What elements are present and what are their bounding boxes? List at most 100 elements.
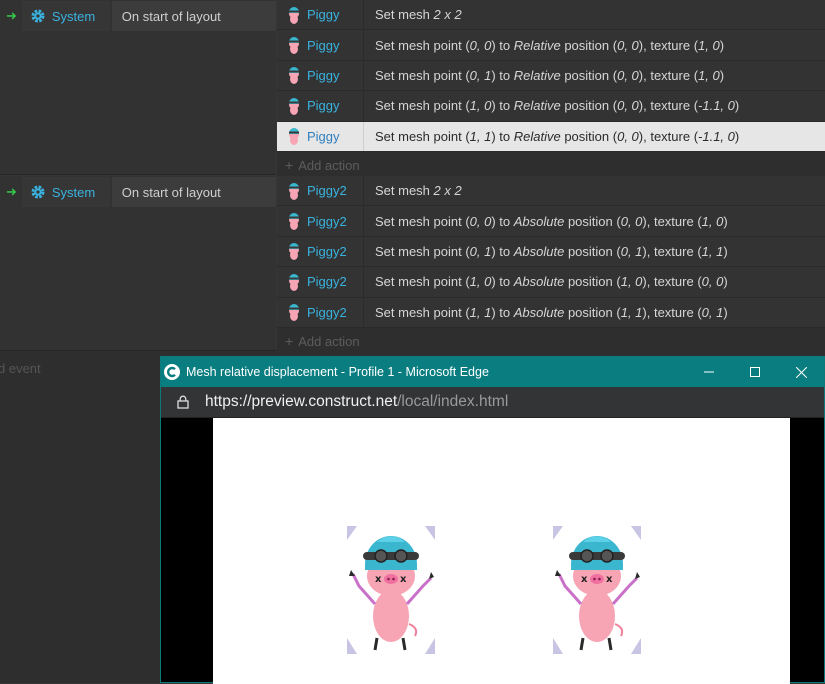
add-action-label: Add action bbox=[298, 157, 360, 173]
action-row[interactable]: Piggy2 Set mesh point (0, 1) to Absolute … bbox=[277, 236, 825, 268]
action-text-part: ) to bbox=[491, 243, 514, 259]
action-text-part: ) bbox=[723, 274, 728, 290]
action-object-cell[interactable]: Piggy2 bbox=[277, 176, 364, 206]
action-text-part: ) to bbox=[491, 67, 514, 83]
event-block[interactable]: ➜ System On start of layout Piggy2 Set me… bbox=[0, 176, 825, 355]
add-action-link[interactable]: + Add action bbox=[277, 327, 825, 355]
event-condition-column[interactable]: ➜ System On start of layout bbox=[0, 0, 276, 175]
minimize-icon[interactable] bbox=[686, 357, 732, 387]
action-text-part: Set mesh point ( bbox=[375, 213, 470, 229]
action-row[interactable]: Piggy2 Set mesh point (1, 1) to Absolute … bbox=[277, 297, 825, 328]
svg-text:x: x bbox=[606, 574, 613, 585]
action-object-cell[interactable]: Piggy bbox=[277, 91, 364, 121]
action-object-cell[interactable]: Piggy2 bbox=[277, 206, 364, 236]
action-row[interactable]: Piggy2 Set mesh point (0, 0) to Absolute … bbox=[277, 206, 825, 237]
action-text-part: 0, 1 bbox=[469, 243, 492, 259]
action-object-cell[interactable]: Piggy bbox=[277, 30, 364, 60]
condition-object[interactable]: System bbox=[21, 1, 110, 31]
action-text-part: ) bbox=[723, 213, 728, 229]
action-text-part: ) to bbox=[491, 213, 514, 229]
action-text-part: 1, 0 bbox=[701, 213, 724, 229]
add-event-link[interactable]: d event bbox=[0, 361, 41, 376]
action-text-part: position ( bbox=[560, 128, 618, 144]
action-row[interactable]: Piggy Set mesh point (1, 0) to Relative p… bbox=[277, 91, 825, 122]
browser-titlebar[interactable]: Mesh relative displacement - Profile 1 -… bbox=[161, 357, 824, 387]
action-object-cell[interactable]: Piggy2 bbox=[277, 297, 364, 327]
action-object-cell[interactable]: Piggy bbox=[277, 121, 364, 151]
action-text-part: ) to bbox=[491, 98, 514, 114]
action-text-part: 2 x 2 bbox=[433, 183, 462, 199]
action-object-cell[interactable]: Piggy2 bbox=[277, 236, 364, 267]
action-text: Set mesh 2 x 2 bbox=[375, 7, 462, 22]
action-text: Set mesh point (1, 1) to Relative positi… bbox=[375, 129, 739, 144]
action-text-part: 1, 0 bbox=[469, 274, 492, 290]
action-object-name: Piggy2 bbox=[307, 213, 347, 229]
action-text-part: ) bbox=[719, 67, 725, 83]
piggy-sprite-icon bbox=[287, 36, 301, 55]
close-icon[interactable] bbox=[778, 357, 824, 387]
action-text-part: 1, 0 bbox=[620, 274, 643, 290]
actions-column: Piggy2 Set mesh 2 x 2 Piggy2 Set mesh poin… bbox=[277, 176, 825, 355]
piggy-sprite-icon bbox=[287, 182, 301, 200]
action-text-part: ) to bbox=[491, 128, 514, 144]
svg-text:x: x bbox=[581, 574, 588, 585]
piggy-sprite-icon bbox=[287, 273, 301, 291]
system-label: System bbox=[51, 184, 96, 200]
url-text[interactable]: https://preview.construct.net/local/inde… bbox=[205, 393, 508, 411]
action-text-part: Set mesh bbox=[375, 7, 434, 23]
action-text-part: 0, 0 bbox=[469, 37, 492, 53]
condition-object[interactable]: System bbox=[21, 177, 110, 207]
action-text-part: 0, 1 bbox=[701, 304, 724, 320]
action-object-cell[interactable]: Piggy bbox=[277, 0, 364, 30]
action-row[interactable]: Piggy Set mesh point (1, 1) to Relative p… bbox=[277, 121, 825, 152]
add-action-label: Add action bbox=[298, 333, 360, 349]
action-object-cell[interactable]: Piggy2 bbox=[277, 267, 364, 297]
action-text-part: Relative bbox=[513, 98, 561, 114]
action-row[interactable]: Piggy2 Set mesh 2 x 2 bbox=[277, 176, 825, 207]
address-bar[interactable]: https://preview.construct.net/local/inde… bbox=[161, 387, 824, 418]
action-text-part: Absolute bbox=[513, 243, 565, 259]
game-canvas[interactable]: x x x x bbox=[213, 418, 790, 684]
action-text-part: position ( bbox=[560, 98, 618, 114]
action-text-part: ), texture ( bbox=[638, 128, 699, 144]
maximize-icon[interactable] bbox=[732, 357, 778, 387]
action-text-part: 1, 1 bbox=[701, 243, 724, 259]
action-row[interactable]: Piggy2 Set mesh point (1, 0) to Absolute … bbox=[277, 267, 825, 298]
action-text-part: Relative bbox=[513, 128, 561, 144]
action-text-part: position ( bbox=[564, 243, 621, 259]
action-text-part: Set mesh point ( bbox=[375, 274, 470, 290]
action-row[interactable]: Piggy Set mesh 2 x 2 bbox=[277, 0, 825, 31]
action-text-part: Absolute bbox=[513, 213, 565, 229]
action-text: Set mesh point (0, 1) to Absolute positi… bbox=[375, 244, 728, 259]
action-object-name: Piggy bbox=[307, 128, 340, 144]
condition-on-start-of-layout[interactable]: On start of layout bbox=[111, 177, 276, 207]
plus-icon: + bbox=[285, 157, 294, 174]
condition-on-start-of-layout[interactable]: On start of layout bbox=[111, 1, 276, 31]
construct-logo-icon bbox=[164, 364, 180, 380]
action-text-part: -1.1, 0 bbox=[698, 98, 735, 114]
action-text-part: -1.1, 0 bbox=[698, 128, 735, 144]
action-object-name: Piggy bbox=[307, 98, 340, 114]
action-text-part: 1, 0 bbox=[469, 98, 492, 114]
plus-icon: + bbox=[285, 333, 294, 350]
action-text-part: Relative bbox=[513, 67, 561, 83]
action-text-part: 0, 0 bbox=[617, 98, 639, 114]
piggy2-sprite: x x bbox=[553, 526, 641, 654]
action-object-name: Piggy2 bbox=[307, 274, 347, 290]
action-text-part: Set mesh bbox=[375, 183, 434, 199]
action-text-part: Set mesh point ( bbox=[375, 243, 470, 259]
add-action-link[interactable]: + Add action bbox=[277, 151, 825, 179]
event-block[interactable]: ➜ System On start of layout Piggy Set mes… bbox=[0, 0, 825, 179]
action-object-cell[interactable]: Piggy bbox=[277, 60, 364, 91]
action-text-part: 0, 0 bbox=[617, 37, 639, 53]
action-text-part: 1, 1 bbox=[620, 304, 643, 320]
action-row[interactable]: Piggy Set mesh point (0, 1) to Relative p… bbox=[277, 60, 825, 92]
action-text-part: ) to bbox=[491, 37, 514, 53]
action-text-part: 1, 1 bbox=[469, 128, 492, 144]
action-row[interactable]: Piggy Set mesh point (0, 0) to Relative p… bbox=[277, 30, 825, 61]
action-object-name: Piggy2 bbox=[307, 183, 347, 199]
action-text: Set mesh 2 x 2 bbox=[375, 183, 462, 198]
action-text-part: Absolute bbox=[513, 274, 565, 290]
event-condition-column[interactable]: ➜ System On start of layout bbox=[0, 176, 276, 351]
svg-text:x: x bbox=[400, 574, 407, 585]
